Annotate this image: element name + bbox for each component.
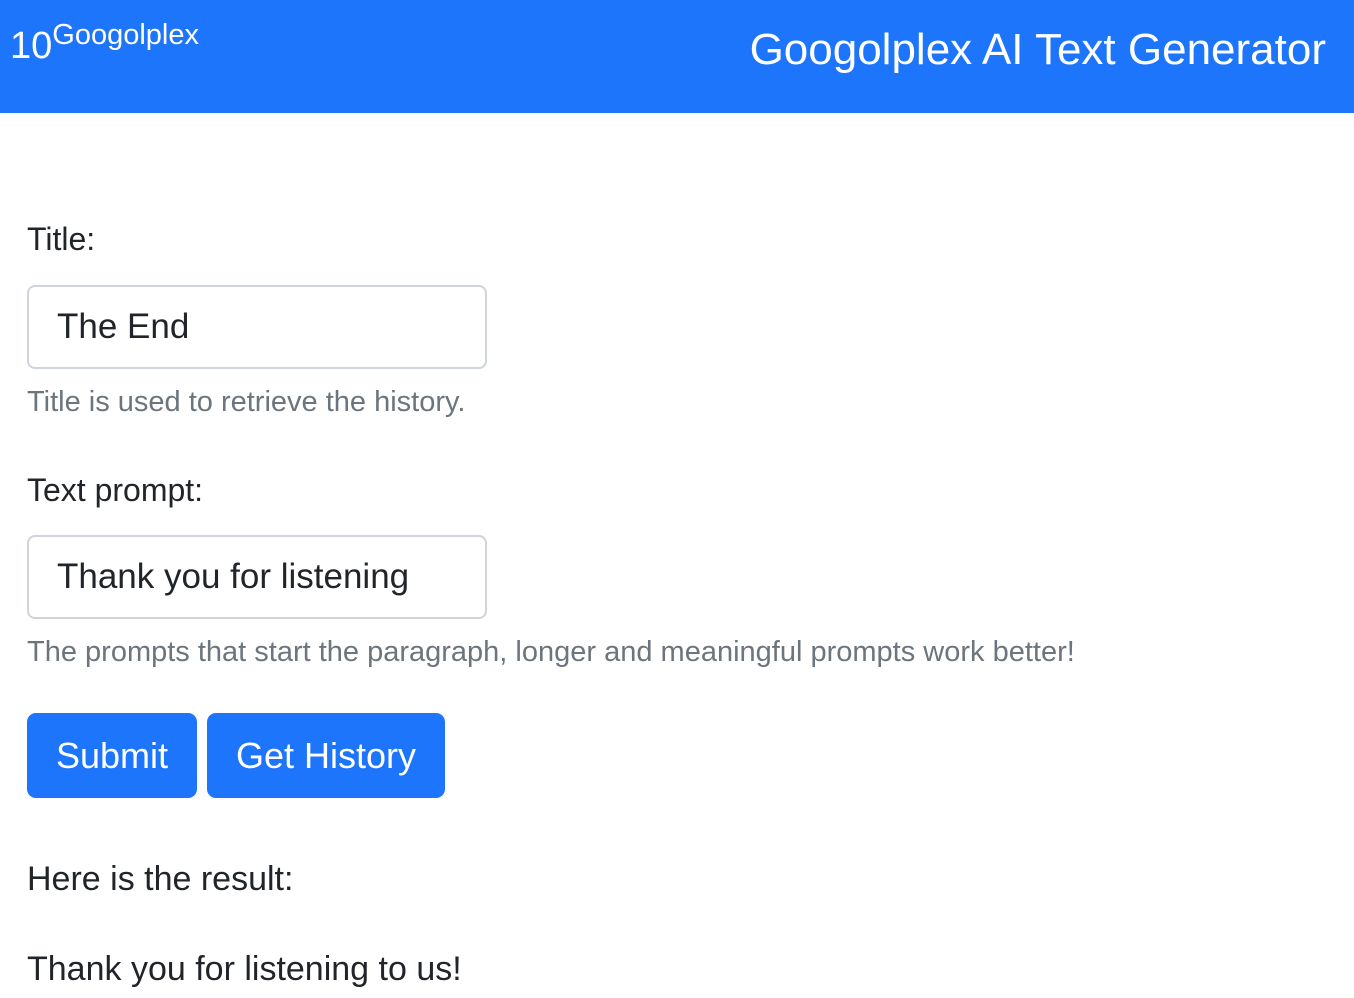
title-input[interactable] (27, 285, 487, 369)
result-text: Thank you for listening to us! (27, 950, 462, 988)
title-label: Title: (27, 221, 96, 257)
result-label: Here is the result: (27, 860, 294, 898)
get-history-button[interactable]: Get History (207, 713, 446, 798)
title-help-text: Title is used to retrieve the history. (27, 386, 466, 418)
submit-button[interactable]: Submit (27, 713, 198, 798)
text-prompt-label: Text prompt: (27, 472, 204, 508)
text-prompt-input[interactable] (27, 535, 487, 619)
brand-exponent: Googolplex (52, 19, 199, 51)
top-navbar: 10Googolplex Googolplex AI Text Generato… (0, 0, 1354, 113)
brand-logo[interactable]: 10Googolplex (10, 19, 199, 75)
brand-base: 10 (10, 25, 53, 67)
app-title: Googolplex AI Text Generator (749, 25, 1326, 74)
text-prompt-help-text: The prompts that start the paragraph, lo… (27, 636, 1075, 668)
